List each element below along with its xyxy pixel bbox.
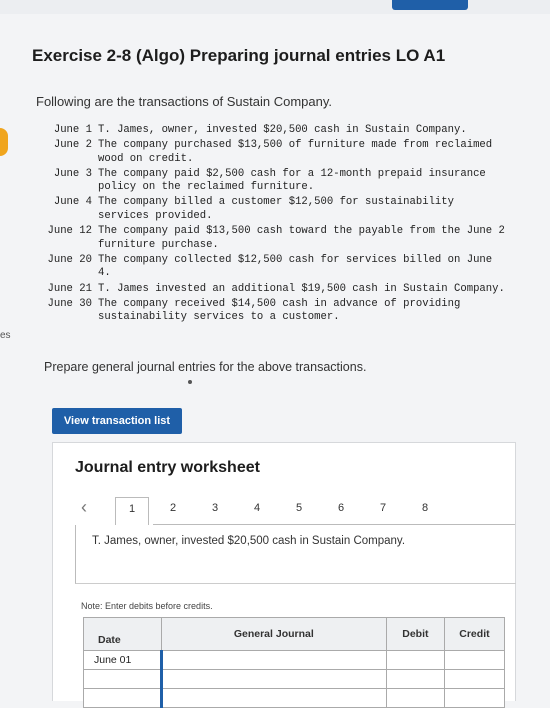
transaction-date: June 20: [47, 253, 92, 266]
transaction-text: The company received $14,500 cash in adv…: [98, 297, 461, 324]
journal-row: [83, 688, 506, 708]
journal-date-cell[interactable]: [83, 669, 162, 689]
transaction-date: June 1: [53, 124, 92, 136]
instructions-text: Prepare general journal entries for the …: [44, 360, 367, 374]
transaction-text: The company paid $2,500 cash for a 12-mo…: [98, 167, 486, 194]
journal-date-cell[interactable]: [83, 688, 162, 708]
cursor-dot: [188, 380, 192, 384]
page-title: Exercise 2-8 (Algo) Preparing journal en…: [32, 46, 446, 65]
top-bar: [0, 0, 550, 14]
column-header-date: Date: [83, 617, 162, 651]
journal-debit-input[interactable]: [385, 688, 445, 708]
journal-debit-input[interactable]: [385, 669, 445, 689]
tab-entry-8[interactable]: 8: [409, 497, 441, 523]
journal-debit-input[interactable]: [385, 650, 445, 670]
tab-entry-2[interactable]: 2: [157, 497, 189, 523]
transaction-text: T. James invested an additional $19,500 …: [98, 282, 505, 295]
tab-entry-3[interactable]: 3: [199, 497, 231, 523]
left-sidebar-fragment: es: [0, 330, 11, 341]
top-action-button[interactable]: [392, 0, 468, 10]
journal-credit-input[interactable]: [443, 669, 506, 689]
transaction-list: June 1 T. James, owner, invested $20,500 …: [36, 124, 506, 326]
transaction-text: The company purchased $13,500 of furnitu…: [98, 139, 493, 165]
transaction-item: June 1 T. James, owner, invested $20,500 …: [36, 124, 506, 138]
transaction-item: June 3 The company paid $2,500 cash for a…: [36, 168, 506, 195]
journal-account-select[interactable]: [159, 650, 387, 670]
transaction-text: T. James, owner, invested $20,500 cash i…: [98, 124, 467, 136]
journal-credit-input[interactable]: [443, 650, 506, 670]
journal-credit-input[interactable]: [443, 688, 506, 708]
transaction-item: June 30 The company received $14,500 cash…: [36, 298, 506, 325]
tab-entry-4[interactable]: 4: [241, 497, 273, 523]
journal-account-select[interactable]: [159, 669, 387, 689]
entry-note: Note: Enter debits before credits.: [81, 601, 213, 611]
transaction-item: June 2 The company purchased $13,500 of f…: [36, 139, 506, 166]
transaction-date: June 12: [47, 225, 92, 238]
tab-entry-7[interactable]: 7: [367, 497, 399, 523]
transaction-item: June 20 The company collected $12,500 cas…: [36, 254, 506, 281]
transaction-date: June 21: [47, 282, 92, 295]
transaction-date: June 4: [53, 196, 92, 209]
journal-account-select[interactable]: [159, 688, 387, 708]
transaction-text: The company paid $13,500 cash toward the…: [98, 225, 505, 251]
transaction-date: June 2: [53, 139, 92, 152]
left-accent-tab[interactable]: [0, 128, 8, 156]
column-header-credit: Credit: [443, 617, 506, 651]
journal-row: June 01: [83, 650, 506, 670]
column-header-debit: Debit: [385, 617, 445, 651]
entry-pager: ‹ 1 2 3 4 5 6 7 8: [75, 493, 515, 525]
transaction-text: The company collected $12,500 cash for s…: [98, 253, 493, 280]
chevron-left-icon[interactable]: ‹: [81, 497, 87, 518]
journal-row: [83, 669, 506, 689]
transaction-item: June 21 T. James invested an additional $…: [36, 283, 506, 297]
journal-table: Date General Journal Debit Credit June 0…: [83, 617, 506, 708]
entry-prompt-text: T. James, owner, invested $20,500 cash i…: [92, 535, 406, 547]
journal-date-cell[interactable]: June 01: [83, 650, 162, 670]
journal-entry-worksheet: Journal entry worksheet ‹ 1 2 3 4 5 6 7 …: [52, 442, 516, 708]
view-transaction-list-button[interactable]: View transaction list: [52, 408, 182, 434]
transaction-date: June 30: [47, 297, 92, 310]
transaction-text: The company billed a customer $12,500 fo…: [98, 196, 455, 223]
tab-entry-1[interactable]: 1: [115, 497, 149, 525]
entry-prompt-panel: T. James, owner, invested $20,500 cash i…: [75, 525, 516, 584]
worksheet-title: Journal entry worksheet: [75, 459, 260, 476]
column-header-general-journal: General Journal: [160, 617, 387, 651]
transaction-date: June 3: [53, 167, 92, 180]
transaction-item: June 4 The company billed a customer $12,…: [36, 196, 506, 223]
tab-entry-5[interactable]: 5: [283, 497, 315, 523]
tab-entry-6[interactable]: 6: [325, 497, 357, 523]
transaction-item: June 12 The company paid $13,500 cash tow…: [36, 225, 506, 252]
intro-text: Following are the transactions of Sustai…: [36, 94, 333, 109]
